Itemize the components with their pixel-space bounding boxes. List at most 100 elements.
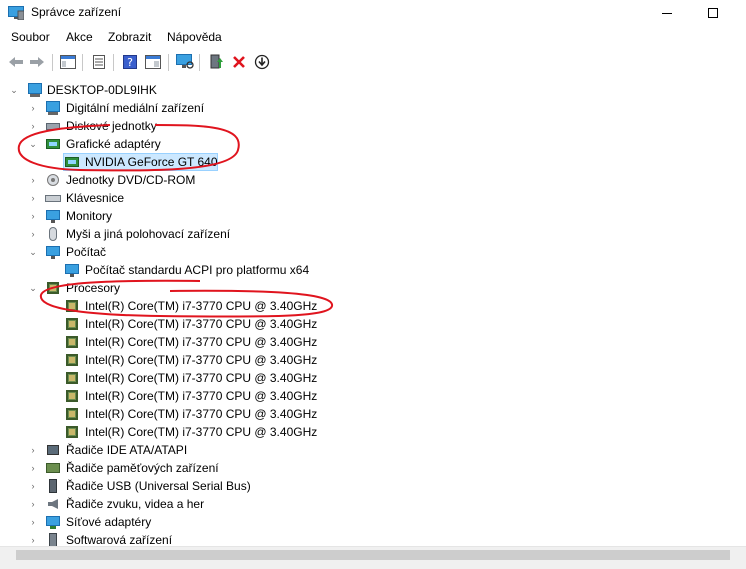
chevron-right-icon[interactable]: ›	[28, 210, 38, 222]
device-manager-app-icon	[8, 6, 25, 21]
tree-item-mice[interactable]: › Myši a jiná polohovací zařízení	[0, 225, 746, 243]
menu-napoveda[interactable]: Nápověda	[167, 30, 222, 44]
tree-root-label: DESKTOP-0DL9IHK	[47, 83, 157, 97]
tree-item-cpu[interactable]: Intel(R) Core(TM) i7-3770 CPU @ 3.40GHz	[0, 297, 746, 315]
chevron-right-icon[interactable]: ›	[28, 174, 38, 186]
toolbar: ?	[0, 49, 746, 76]
disable-device-button[interactable]	[252, 52, 272, 72]
chevron-right-icon[interactable]: ›	[28, 516, 38, 528]
processor-icon	[64, 316, 80, 332]
tree-item-label: Intel(R) Core(TM) i7-3770 CPU @ 3.40GHz	[85, 353, 318, 367]
tree-item-label: Intel(R) Core(TM) i7-3770 CPU @ 3.40GHz	[85, 335, 318, 349]
forward-arrow-icon	[30, 57, 44, 67]
menu-zobrazit[interactable]: Zobrazit	[108, 30, 151, 44]
tree-item-label: Počítač standardu ACPI pro platformu x64	[85, 263, 310, 277]
maximize-button[interactable]	[690, 0, 736, 26]
tree-item-label: Intel(R) Core(TM) i7-3770 CPU @ 3.40GHz	[85, 407, 318, 421]
chevron-right-icon[interactable]: ›	[28, 120, 38, 132]
device-tree: ⌄ DESKTOP-0DL9IHK › Digitální mediální z…	[0, 78, 746, 546]
tree-item-ide[interactable]: › Řadiče IDE ATA/ATAPI	[0, 441, 746, 459]
chevron-right-icon[interactable]: ›	[28, 498, 38, 510]
horizontal-scrollbar[interactable]	[0, 546, 746, 563]
chevron-right-icon[interactable]: ›	[28, 480, 38, 492]
tree-item-storage-controllers[interactable]: › Řadiče paměťových zařízení	[0, 459, 746, 477]
help-icon: ?	[123, 55, 137, 69]
chevron-right-icon[interactable]: ›	[28, 444, 38, 456]
tree-item-network[interactable]: › Síťové adaptéry	[0, 513, 746, 531]
tree-item-acpi[interactable]: Počítač standardu ACPI pro platformu x64	[0, 261, 746, 279]
tree-item-computer[interactable]: ⌄ Počítač	[0, 243, 746, 261]
scrollbar-thumb[interactable]	[16, 550, 730, 560]
tree-root[interactable]: ⌄ DESKTOP-0DL9IHK	[0, 81, 746, 99]
tree-item-label: Intel(R) Core(TM) i7-3770 CPU @ 3.40GHz	[85, 299, 318, 313]
monitor-icon	[45, 208, 61, 224]
tree-item-monitors[interactable]: › Monitory	[0, 207, 746, 225]
tree-item-label: Grafické adaptéry	[66, 137, 161, 151]
computer-icon	[64, 262, 80, 278]
tree-item-label: Síťové adaptéry	[66, 515, 152, 529]
processor-icon	[64, 388, 80, 404]
help-button[interactable]: ?	[120, 52, 140, 72]
chevron-down-icon[interactable]: ⌄	[9, 84, 19, 96]
keyboard-icon	[45, 190, 61, 206]
display-adapter-icon	[64, 154, 80, 170]
computer-icon	[45, 244, 61, 260]
display-adapter-icon	[45, 136, 61, 152]
title-bar: Správce zařízení	[0, 0, 746, 26]
disk-drive-icon	[45, 118, 61, 134]
tree-item-label: Procesory	[66, 281, 121, 295]
tree-item-display-adapters[interactable]: ⌄ Grafické adaptéry	[0, 135, 746, 153]
tree-item-usb[interactable]: › Řadiče USB (Universal Serial Bus)	[0, 477, 746, 495]
chevron-down-icon[interactable]: ⌄	[28, 246, 38, 258]
minimize-icon	[662, 12, 672, 14]
minimize-button[interactable]	[644, 0, 690, 26]
tree-item-cpu[interactable]: Intel(R) Core(TM) i7-3770 CPU @ 3.40GHz	[0, 333, 746, 351]
show-hide-console-tree-icon	[60, 55, 76, 69]
tree-item-cpu[interactable]: Intel(R) Core(TM) i7-3770 CPU @ 3.40GHz	[0, 315, 746, 333]
menu-akce[interactable]: Akce	[66, 30, 93, 44]
tree-item-software[interactable]: › Softwarová zařízení	[0, 531, 746, 546]
tree-item-sound[interactable]: › Řadiče zvuku, videa a her	[0, 495, 746, 513]
update-driver-button[interactable]	[206, 52, 226, 72]
view-button[interactable]	[143, 52, 163, 72]
software-device-icon	[45, 532, 61, 546]
chevron-right-icon[interactable]: ›	[28, 534, 38, 546]
scan-hardware-button[interactable]	[175, 52, 195, 72]
computer-icon	[27, 82, 43, 98]
tree-item-label: Intel(R) Core(TM) i7-3770 CPU @ 3.40GHz	[85, 389, 318, 403]
chevron-right-icon[interactable]: ›	[28, 462, 38, 474]
processor-icon	[64, 352, 80, 368]
tree-item-keyboards[interactable]: › Klávesnice	[0, 189, 746, 207]
tree-item-processors[interactable]: ⌄ Procesory	[0, 279, 746, 297]
uninstall-device-button[interactable]	[229, 52, 249, 72]
menu-soubor[interactable]: Soubor	[11, 30, 50, 44]
tree-item-cpu[interactable]: Intel(R) Core(TM) i7-3770 CPU @ 3.40GHz	[0, 405, 746, 423]
processor-icon	[45, 280, 61, 296]
back-button[interactable]	[6, 52, 26, 72]
tree-item-label: Digitální mediální zařízení	[66, 101, 205, 115]
chevron-down-icon[interactable]: ⌄	[28, 282, 38, 294]
chevron-right-icon[interactable]: ›	[28, 102, 38, 114]
tree-item-label: Jednotky DVD/CD-ROM	[66, 173, 196, 187]
tree-item-cpu[interactable]: Intel(R) Core(TM) i7-3770 CPU @ 3.40GHz	[0, 423, 746, 441]
disable-device-icon	[254, 54, 270, 70]
chevron-right-icon[interactable]: ›	[28, 192, 38, 204]
scan-hardware-icon	[176, 54, 194, 69]
tree-item-digital-media[interactable]: › Digitální mediální zařízení	[0, 99, 746, 117]
tree-item-nvidia-gpu[interactable]: NVIDIA GeForce GT 640	[0, 153, 746, 171]
tree-item-label: Intel(R) Core(TM) i7-3770 CPU @ 3.40GHz	[85, 425, 318, 439]
console-tree-button[interactable]	[58, 52, 78, 72]
tree-item-disk-drives[interactable]: › Diskové jednotky	[0, 117, 746, 135]
usb-icon	[45, 478, 61, 494]
chevron-right-icon[interactable]: ›	[28, 228, 38, 240]
forward-button[interactable]	[27, 52, 47, 72]
tree-item-cpu[interactable]: Intel(R) Core(TM) i7-3770 CPU @ 3.40GHz	[0, 351, 746, 369]
properties-icon	[93, 55, 105, 69]
tree-item-cpu[interactable]: Intel(R) Core(TM) i7-3770 CPU @ 3.40GHz	[0, 369, 746, 387]
tree-item-cpu[interactable]: Intel(R) Core(TM) i7-3770 CPU @ 3.40GHz	[0, 387, 746, 405]
chevron-down-icon[interactable]: ⌄	[28, 138, 38, 150]
tree-item-label: Softwarová zařízení	[66, 533, 173, 546]
tree-item-dvd[interactable]: › Jednotky DVD/CD-ROM	[0, 171, 746, 189]
properties-button[interactable]	[89, 52, 109, 72]
tree-item-label: Řadiče zvuku, videa a her	[66, 497, 205, 511]
